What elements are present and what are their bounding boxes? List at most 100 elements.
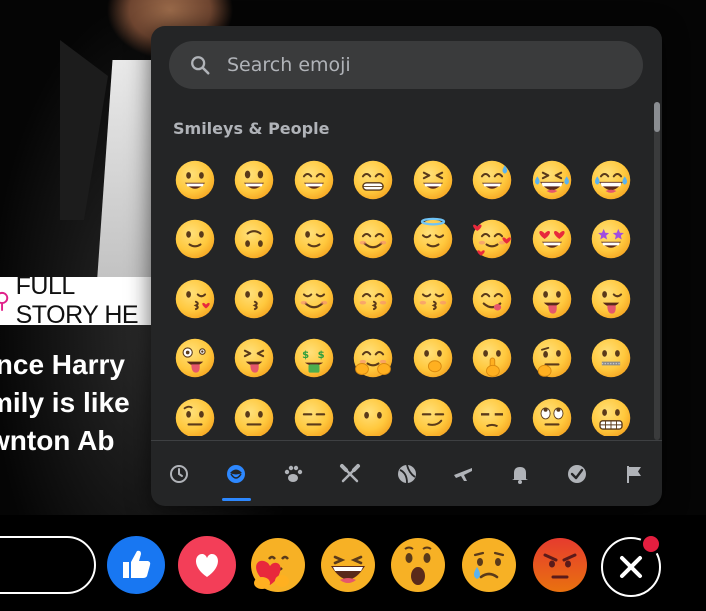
map-pin-icon: ⚲ <box>0 288 10 313</box>
hand-over-mouth-emoji-icon <box>413 339 452 378</box>
emoji-tongue-out[interactable] <box>522 269 582 329</box>
zipper-mouth-emoji-icon <box>592 339 631 378</box>
headline-line: wnton Ab <box>0 425 115 456</box>
reaction-sad-button[interactable] <box>459 535 519 595</box>
banner-text: FULL STORY HE <box>15 272 139 329</box>
expressionless-emoji-icon <box>294 398 333 436</box>
kissing-emoji-icon <box>235 279 274 318</box>
reaction-haha-button[interactable] <box>318 535 378 595</box>
emoji-grimacing[interactable] <box>582 388 636 436</box>
grimacing-emoji-icon <box>592 398 631 436</box>
savoring-emoji-icon <box>473 279 512 318</box>
emoji-thinking[interactable] <box>522 329 582 389</box>
tab-smileys[interactable] <box>208 441 265 506</box>
tab-travel[interactable] <box>435 441 492 506</box>
emoji-neutral[interactable] <box>225 388 285 436</box>
eye-roll-emoji-icon <box>532 398 571 436</box>
emoji-zipper-mouth[interactable] <box>582 329 636 389</box>
money-mouth-emoji-icon: $ $ <box>294 339 333 378</box>
reaction-like-button[interactable] <box>106 535 166 595</box>
emoji-winking[interactable] <box>284 210 344 270</box>
emoji-hugging[interactable] <box>344 329 404 389</box>
section-title: Smileys & People <box>173 119 330 138</box>
airplane-icon <box>454 468 473 481</box>
laughing-icon <box>321 538 375 592</box>
emoji-rolling-laughing[interactable] <box>522 150 582 210</box>
emoji-grinning-sweat[interactable] <box>463 150 523 210</box>
emoji-no-mouth[interactable] <box>344 388 404 436</box>
emoji-zany[interactable] <box>165 329 225 389</box>
post-headline: ince Harry mily is like wnton Ab <box>0 346 160 460</box>
emoji-money-mouth[interactable]: $ $ <box>284 329 344 389</box>
emoji-grinning-smiling-eyes[interactable] <box>284 150 344 210</box>
emoji-grid: $ $ <box>165 150 635 436</box>
winking-emoji-icon <box>294 220 333 259</box>
thumbs-up-icon <box>107 536 165 594</box>
clock-icon <box>170 465 189 483</box>
smirking-emoji-icon <box>413 398 452 436</box>
reaction-care-button[interactable] <box>248 535 308 595</box>
tab-animals[interactable] <box>265 441 322 506</box>
smiley-icon <box>227 465 246 483</box>
tab-food[interactable] <box>321 441 378 506</box>
tears-of-joy-emoji-icon <box>592 160 631 199</box>
emoji-kissing-closed-eyes[interactable] <box>403 269 463 329</box>
close-icon <box>620 556 642 578</box>
emoji-tears-of-joy[interactable] <box>582 150 636 210</box>
search-emoji-input[interactable] <box>225 53 609 77</box>
angry-icon <box>533 538 587 592</box>
emoji-grinning[interactable] <box>165 150 225 210</box>
emoji-raised-eyebrow[interactable] <box>165 388 225 436</box>
emoji-smiling[interactable] <box>284 269 344 329</box>
scrollbar-thumb[interactable] <box>654 102 660 132</box>
emoji-picker: Smileys & People $$ <box>151 26 662 506</box>
tab-symbols[interactable] <box>548 441 605 506</box>
emoji-blowing-kiss[interactable] <box>165 269 225 329</box>
hug-icon <box>251 538 305 592</box>
emoji-expressionless[interactable] <box>284 388 344 436</box>
emoji-beaming[interactable] <box>344 150 404 210</box>
grinning-big-eyes-emoji-icon <box>235 160 274 199</box>
comment-input[interactable] <box>0 536 96 594</box>
tab-flags[interactable] <box>605 441 662 506</box>
grinning-sweat-emoji-icon <box>473 160 512 199</box>
emoji-hand-over-mouth[interactable] <box>403 329 463 389</box>
smiling-eyes-emoji-icon <box>354 220 393 259</box>
reaction-angry-button[interactable] <box>530 535 590 595</box>
full-story-banner[interactable]: ⚲ FULL STORY HE <box>0 272 160 329</box>
emoji-hearts[interactable] <box>463 210 523 270</box>
emoji-halo[interactable] <box>403 210 463 270</box>
emoji-kissing-smiling-eyes[interactable] <box>344 269 404 329</box>
scrollbar[interactable] <box>654 102 660 440</box>
tab-recent[interactable] <box>151 441 208 506</box>
neutral-emoji-icon <box>235 398 274 436</box>
emoji-savoring[interactable] <box>463 269 523 329</box>
paw-icon <box>284 465 303 482</box>
emoji-smirking[interactable] <box>403 388 463 436</box>
crying-icon <box>462 538 516 592</box>
reaction-love-button[interactable] <box>177 535 237 595</box>
emoji-unamused[interactable] <box>463 388 523 436</box>
emoji-squinting[interactable] <box>403 150 463 210</box>
raised-eyebrow-emoji-icon <box>175 398 214 436</box>
emoji-squinting-tongue[interactable] <box>225 329 285 389</box>
svg-text:$: $ <box>317 350 324 361</box>
tab-objects[interactable] <box>492 441 549 506</box>
emoji-smiling-eyes[interactable] <box>344 210 404 270</box>
reaction-wow-button[interactable] <box>388 535 448 595</box>
emoji-kissing[interactable] <box>225 269 285 329</box>
emoji-slightly-smiling[interactable] <box>165 210 225 270</box>
fork-knife-icon <box>339 464 360 483</box>
emoji-shushing[interactable] <box>463 329 523 389</box>
emoji-eye-roll[interactable] <box>522 388 582 436</box>
emoji-winking-tongue[interactable] <box>582 269 636 329</box>
star-struck-emoji-icon <box>592 220 631 259</box>
emoji-grinning-big-eyes[interactable] <box>225 150 285 210</box>
emoji-heart-eyes[interactable] <box>522 210 582 270</box>
tab-activities[interactable] <box>378 441 435 506</box>
unamused-emoji-icon <box>473 398 512 436</box>
shushing-emoji-icon <box>473 339 512 378</box>
emoji-upside-down[interactable] <box>225 210 285 270</box>
emoji-star-struck[interactable] <box>582 210 636 270</box>
search-emoji-bar[interactable] <box>169 41 643 89</box>
